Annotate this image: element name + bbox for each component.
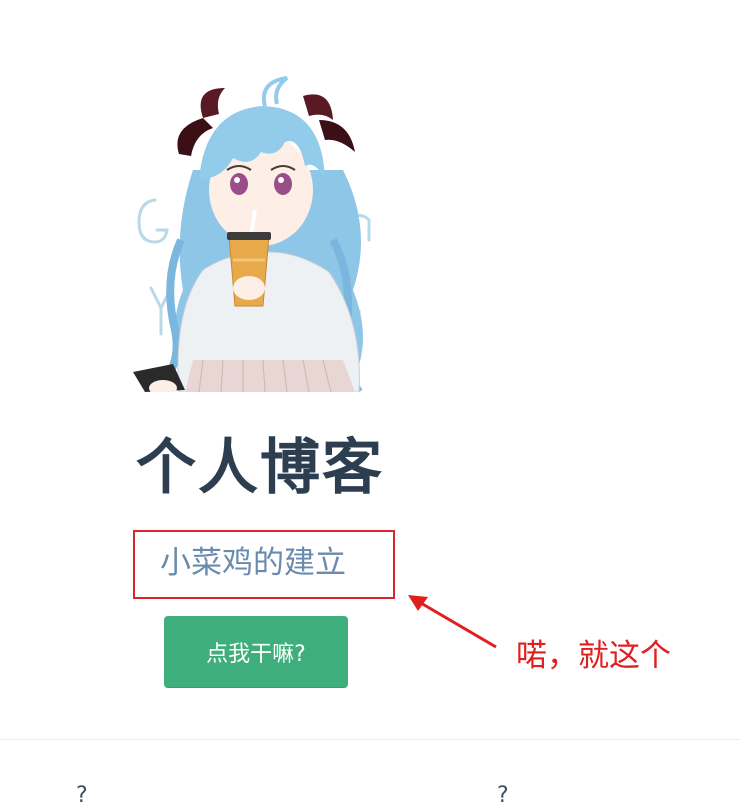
- hero-action-button[interactable]: 点我干嘛?: [164, 616, 348, 688]
- feature-title: ?: [76, 783, 88, 808]
- feature-title: ?: [497, 783, 509, 808]
- hero-illustration: [133, 76, 371, 392]
- annotation-text: 喏，就这个: [516, 638, 671, 674]
- annotation-arrow-icon: [408, 595, 497, 649]
- hero-title: 个人博客: [136, 433, 384, 503]
- section-divider: [0, 739, 740, 740]
- hero-description: 小菜鸡的建立: [160, 545, 346, 581]
